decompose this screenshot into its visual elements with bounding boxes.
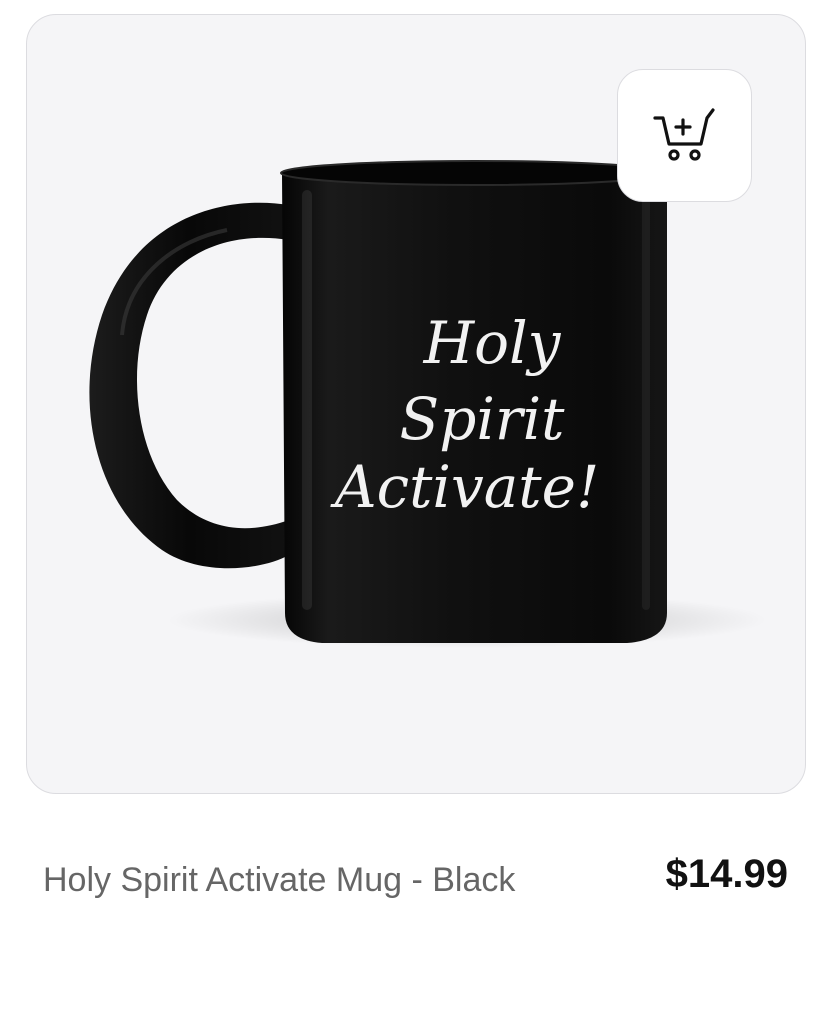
product-card: Holy Spirit Activate! Holy Spirit Activa… bbox=[0, 0, 825, 1024]
product-price: $14.99 bbox=[665, 852, 788, 896]
mug-print-line1: Holy bbox=[423, 309, 562, 377]
mug-print-line3: Activate! bbox=[330, 453, 600, 521]
add-to-cart-button[interactable] bbox=[617, 69, 752, 202]
mug-rim bbox=[280, 160, 668, 186]
mug-print-line2: Spirit bbox=[400, 385, 566, 453]
cart-plus-icon bbox=[652, 107, 715, 161]
mug-handle bbox=[89, 202, 289, 569]
product-name[interactable]: Holy Spirit Activate Mug - Black bbox=[43, 848, 563, 912]
